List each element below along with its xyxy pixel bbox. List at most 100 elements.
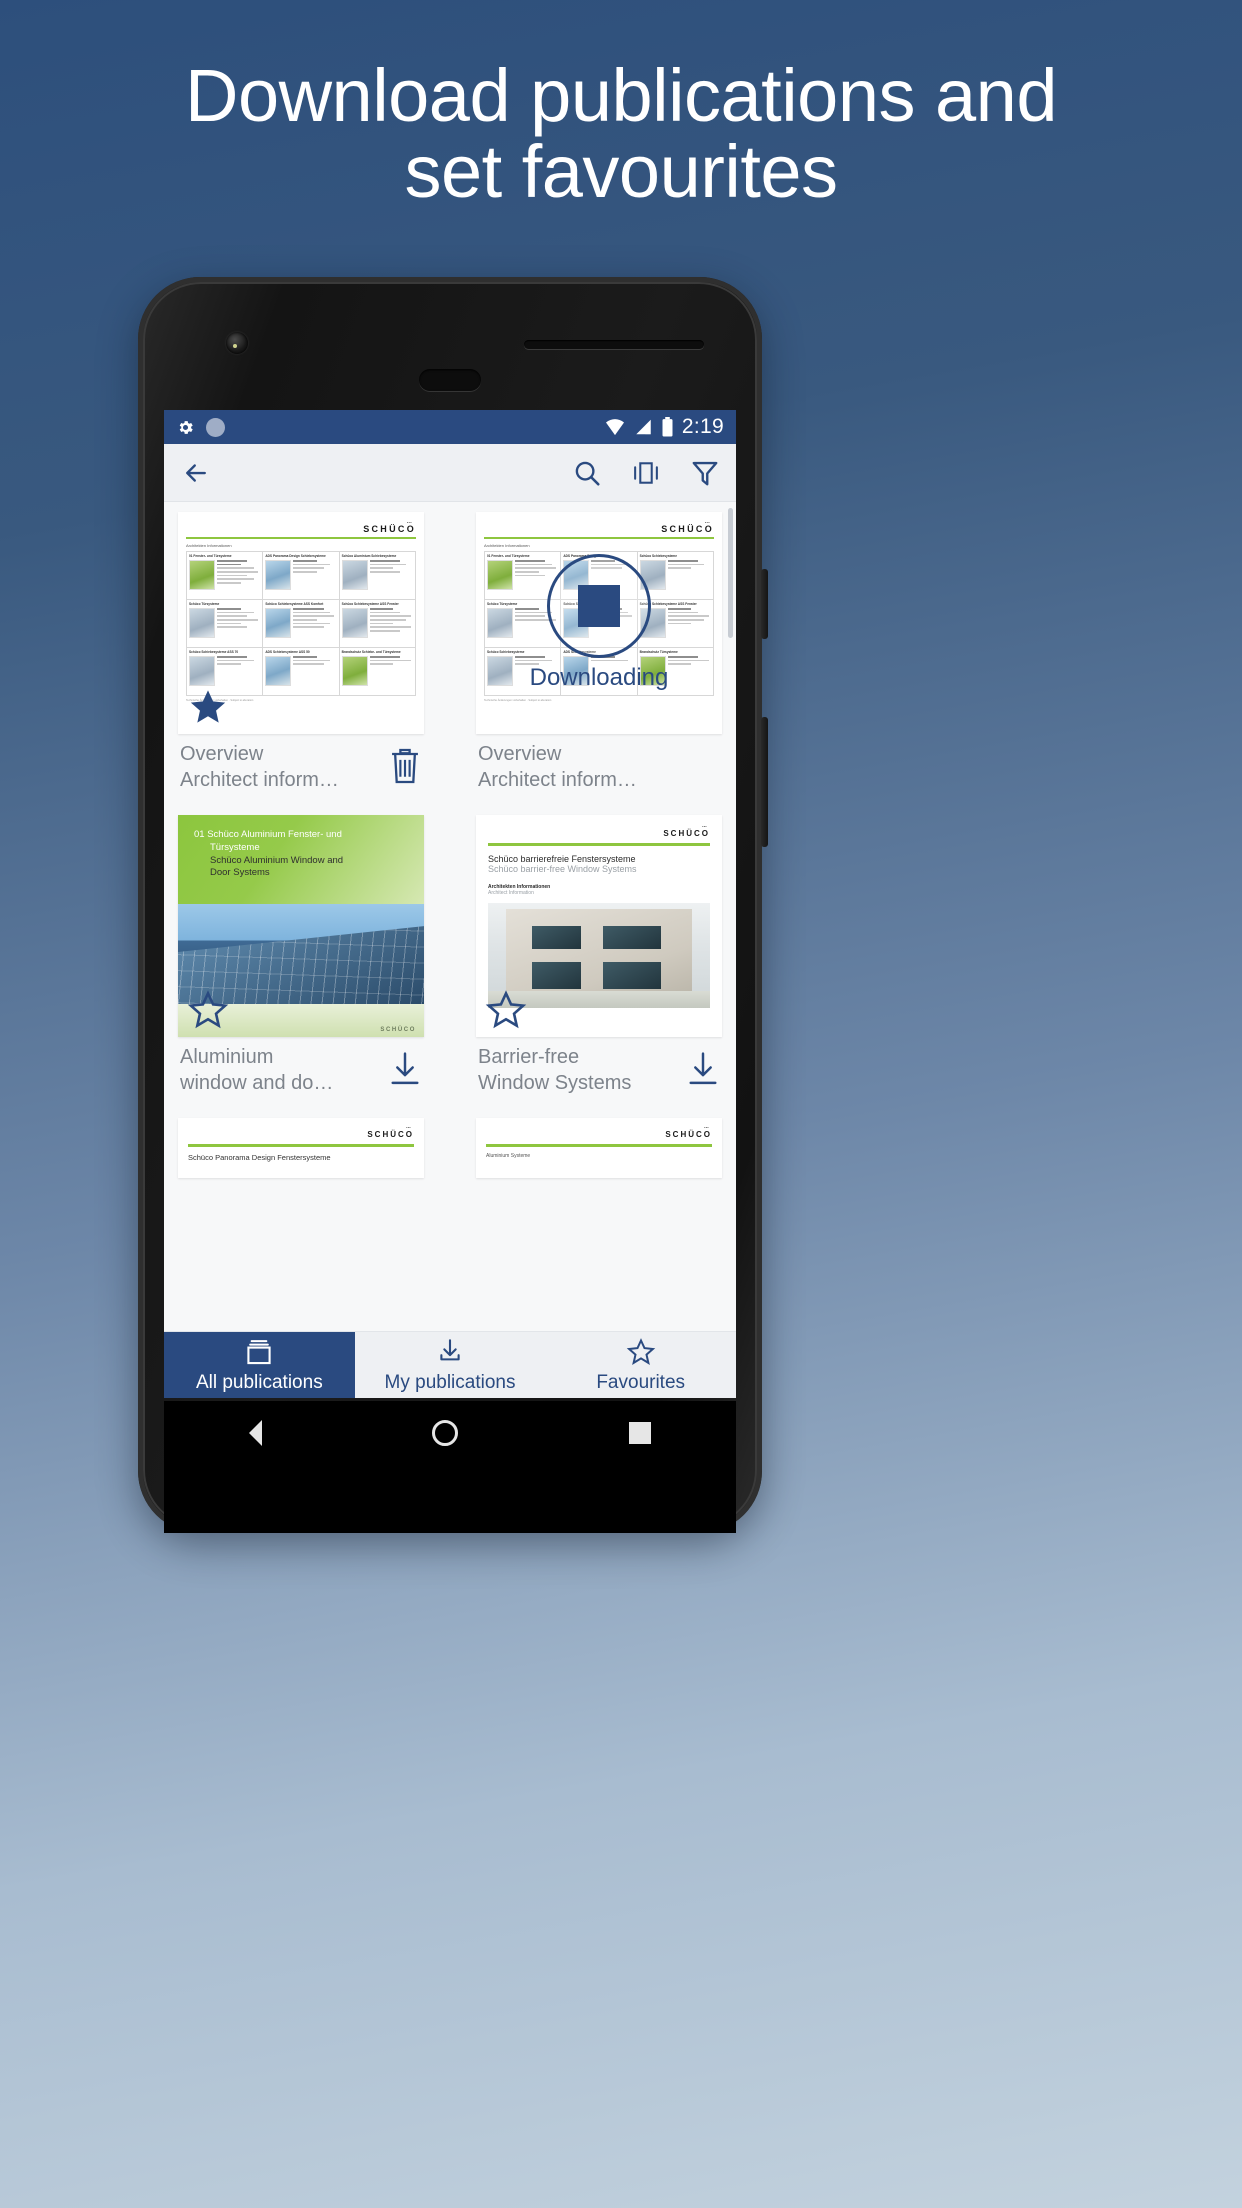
green-rule — [488, 843, 710, 847]
vertical-scrollbar[interactable] — [728, 508, 733, 638]
home-circle-icon[interactable] — [432, 1420, 459, 1446]
wifi-icon — [605, 419, 624, 436]
gear-icon — [179, 420, 193, 434]
publication-title-line2: window and do… — [180, 1071, 334, 1094]
publication-title: Barrier-free Window Systems — [478, 1045, 678, 1096]
nav-tab-favourites[interactable]: Favourites — [545, 1332, 736, 1398]
nav-tab-label: My publications — [384, 1371, 516, 1393]
signal-icon — [636, 419, 651, 435]
publication-thumbnail[interactable]: 01 Schüco Aluminium Fenster- und Türsyst… — [178, 815, 424, 1038]
download-progress-overlay: Downloading — [476, 512, 722, 734]
schuco-logo-text: SCHÜCO — [665, 1130, 712, 1140]
filter-icon[interactable] — [690, 458, 720, 488]
publication-card[interactable]: 01 Schüco Aluminium Fenster- und Türsyst… — [178, 815, 424, 1112]
bottom-navigation: All publications My publications Favouri… — [164, 1331, 736, 1398]
download-status-label: Downloading — [529, 664, 669, 691]
download-progress-square — [578, 585, 620, 627]
cover-title-en-1: Schüco Aluminium Window and — [210, 854, 344, 866]
schuco-logo: *** SCHÜCO — [486, 1126, 712, 1139]
recents-square-icon[interactable] — [628, 1422, 651, 1444]
search-icon[interactable] — [572, 458, 602, 488]
publication-thumbnail[interactable]: *** SCHÜCO Schüco barrierefreie Fensters… — [476, 815, 722, 1038]
publication-title-line2: Architect inform… — [180, 768, 339, 791]
promo-headline-line1: Download publications and — [185, 54, 1058, 137]
android-system-nav — [164, 1401, 736, 1465]
schuco-logo: *** SCHÜCO — [186, 521, 416, 534]
nav-tab-label: Favourites — [596, 1371, 686, 1393]
nav-tab-all-publications[interactable]: All publications — [164, 1332, 355, 1398]
green-rule — [486, 1144, 712, 1148]
cover-title-de-2: Türsysteme — [210, 841, 260, 853]
cover-title: 01 Schüco Aluminium Fenster- und Türsyst… — [194, 829, 410, 880]
nav-tab-my-publications[interactable]: My publications — [355, 1332, 546, 1398]
trash-icon[interactable] — [386, 742, 424, 791]
promo-headline: Download publications and set favourites — [0, 57, 1242, 214]
publication-thumbnail[interactable]: *** SCHÜCO Architekten Informationen 01 … — [476, 512, 722, 734]
phone-bottom-chin — [164, 1465, 736, 1533]
status-bar: 2:19 — [164, 410, 736, 444]
cover-title-de-1: Schüco Aluminium Fenster- und — [207, 829, 342, 841]
circle-indicator-icon — [206, 417, 225, 437]
publication-thumbnail[interactable]: *** SCHÜCO Architekten Informationen 01 … — [178, 512, 424, 734]
status-bar-time: 2:19 — [681, 415, 724, 438]
phone-mockup: 2:19 *** SCHÜCO Architekten Informatione… — [138, 277, 768, 1533]
publication-thumbnail[interactable]: *** SCHÜCO Aluminium Systeme — [476, 1118, 722, 1179]
publication-title-line1: Aluminium — [180, 1046, 274, 1069]
publication-title: Aluminium window and do… — [180, 1045, 380, 1096]
green-rule — [188, 1144, 414, 1148]
cover-number: 01 — [194, 829, 205, 841]
favourite-star-filled-icon[interactable] — [187, 686, 229, 728]
publication-title-line1: Barrier-free — [478, 1046, 580, 1069]
download-icon[interactable] — [386, 1045, 424, 1094]
cover-title-en-2: Door Systems — [210, 867, 270, 879]
publications-stack-icon — [247, 1339, 271, 1364]
download-icon — [440, 1338, 460, 1360]
nav-tab-label: All publications — [195, 1371, 323, 1393]
front-camera-icon — [226, 332, 248, 354]
battery-icon — [662, 417, 673, 437]
schuco-logo: *** SCHÜCO — [188, 1126, 414, 1139]
publication-title: Overview Architect inform… — [478, 742, 722, 793]
schuco-logo-text: SCHÜCO — [367, 1130, 414, 1140]
earpiece-speaker — [524, 340, 704, 349]
cover-subtitle-en: Architect Information — [488, 890, 534, 897]
cover-title: Aluminium Systeme — [486, 1153, 531, 1160]
green-rule — [186, 537, 416, 539]
cover-title-de: Schüco barrierefreie Fenstersysteme — [488, 854, 636, 865]
publication-title-line1: Overview — [478, 743, 562, 765]
favourite-star-outline-icon[interactable] — [187, 989, 229, 1031]
publication-caption: Overview Architect inform… — [476, 734, 722, 809]
publication-title: Overview Architect inform… — [180, 742, 380, 793]
publications-grid-container[interactable]: *** SCHÜCO Architekten Informationen 01 … — [164, 502, 736, 1331]
promo-headline-line2: set favourites — [404, 130, 838, 214]
favourite-star-outline-icon[interactable] — [485, 989, 527, 1031]
publication-card[interactable]: *** SCHÜCO Architekten Informationen 01 … — [178, 512, 424, 809]
publication-card[interactable]: *** SCHÜCO Schüco barrierefreie Fensters… — [476, 815, 722, 1112]
document-table: 01 Fenster- und Türsysteme ADS Panorama … — [186, 551, 416, 696]
cover-title: Schüco Panorama Design Fenstersysteme — [188, 1153, 331, 1163]
schuco-logo-text: SCHÜCO — [380, 1027, 416, 1034]
star-outline-icon — [626, 1337, 655, 1365]
publications-grid: *** SCHÜCO Architekten Informationen 01 … — [178, 512, 722, 1179]
app-toolbar — [164, 444, 736, 502]
schuco-logo-text: SCHÜCO — [363, 524, 416, 534]
proximity-sensor-slot — [419, 369, 481, 391]
download-icon[interactable] — [684, 1045, 722, 1094]
phone-screen: 2:19 *** SCHÜCO Architekten Informatione… — [164, 410, 736, 1398]
power-button[interactable] — [761, 569, 768, 639]
download-progress-circle — [547, 554, 651, 658]
schuco-logo-text: SCHÜCO — [663, 829, 710, 839]
publication-caption: Overview Architect inform… — [178, 734, 424, 809]
publication-caption: Barrier-free Window Systems — [476, 1037, 722, 1112]
schuco-logo: *** SCHÜCO — [488, 825, 710, 838]
view-mode-icon[interactable] — [630, 458, 662, 488]
back-triangle-icon[interactable] — [249, 1420, 263, 1446]
publication-title-line1: Overview — [180, 743, 264, 765]
publication-title-line2: Window Systems — [478, 1071, 632, 1094]
publication-card[interactable]: *** SCHÜCO Architekten Informationen 01 … — [476, 512, 722, 809]
publication-thumbnail[interactable]: *** SCHÜCO Schüco Panorama Design Fenste… — [178, 1118, 424, 1179]
back-arrow-icon[interactable] — [180, 458, 212, 488]
volume-button[interactable] — [761, 717, 768, 847]
publication-title-line2: Architect inform… — [478, 768, 637, 791]
publication-caption: Aluminium window and do… — [178, 1037, 424, 1112]
